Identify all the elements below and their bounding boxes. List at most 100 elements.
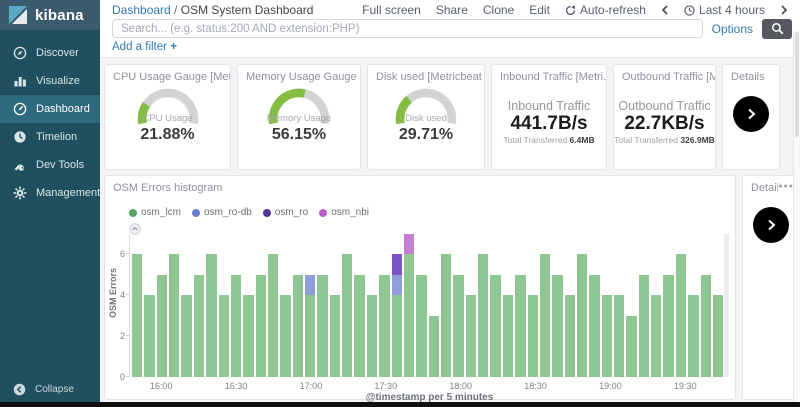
legend-dot-icon <box>192 209 200 217</box>
brand-name: kibana <box>35 7 84 24</box>
legend-item-osm_ro-db[interactable]: osm_ro-db <box>192 207 252 218</box>
histogram-bar[interactable] <box>392 234 402 377</box>
histogram-bar[interactable] <box>701 234 711 377</box>
collapse-button[interactable]: Collapse <box>13 383 74 396</box>
time-range-forward-button[interactable] <box>780 5 788 15</box>
panel-inbound-traffic: Inbound Traffic [Metri... Inbound Traffi… <box>491 64 607 170</box>
time-range-back-button[interactable] <box>661 5 669 15</box>
histogram-bar[interactable] <box>256 234 266 377</box>
kibana-logo-icon <box>8 5 28 25</box>
histogram-bar[interactable] <box>713 234 723 377</box>
histogram-bar[interactable] <box>441 234 451 377</box>
histogram-bar[interactable] <box>231 234 241 377</box>
histogram-bar[interactable] <box>466 234 476 377</box>
sidebar-item-dev-tools[interactable]: Dev Tools <box>0 151 100 179</box>
histogram-bar[interactable] <box>676 234 686 377</box>
legend-item-osm_nbi[interactable]: osm_nbi <box>319 207 369 218</box>
histogram-bar[interactable] <box>169 234 179 377</box>
legend-item-osm_ro[interactable]: osm_ro <box>263 207 308 218</box>
time-range-picker[interactable]: Last 4 hours <box>684 3 765 17</box>
breadcrumb: Dashboard / OSM System Dashboard <box>112 3 313 17</box>
page-scrollbar[interactable] <box>793 30 800 402</box>
histogram-bar[interactable] <box>317 234 327 377</box>
histogram-bar[interactable] <box>219 234 229 377</box>
search-input[interactable] <box>112 19 703 38</box>
histogram-bar[interactable] <box>565 234 575 377</box>
histogram-bar[interactable] <box>602 234 612 377</box>
histogram-bar[interactable] <box>490 234 500 377</box>
histogram-bar[interactable] <box>194 234 204 377</box>
sidebar-item-visualize[interactable]: Visualize <box>0 67 100 95</box>
histogram-bar[interactable] <box>181 234 191 377</box>
menu-item-share[interactable]: Share <box>436 3 468 17</box>
panel-menu-ellipsis-icon[interactable]: ●●● <box>778 176 794 190</box>
histogram-bar[interactable] <box>280 234 290 377</box>
histogram-bar[interactable] <box>144 234 154 377</box>
gauge-label: Memory Usage <box>238 113 360 125</box>
sidebar-item-discover[interactable]: Discover <box>0 39 100 67</box>
legend-label: osm_lcm <box>141 207 181 218</box>
histogram-bar[interactable] <box>429 234 439 377</box>
histogram-bar[interactable] <box>589 234 599 377</box>
histogram-bar[interactable] <box>354 234 364 377</box>
histogram-bar[interactable] <box>453 234 463 377</box>
histogram-bar[interactable] <box>404 234 414 377</box>
histogram-bar[interactable] <box>688 234 698 377</box>
menu-item-clone[interactable]: Clone <box>483 3 514 17</box>
options-link[interactable]: Options <box>712 22 753 36</box>
histogram-bar[interactable] <box>342 234 352 377</box>
bar-chart-icon <box>13 74 27 88</box>
histogram-bar[interactable] <box>552 234 562 377</box>
y-tick-label: 0 <box>120 372 125 382</box>
histogram-bar[interactable] <box>503 234 513 377</box>
cpu-gauge[interactable]: CPU Usage 21.88% <box>105 86 230 146</box>
details-expand-button[interactable] <box>753 207 789 243</box>
breadcrumb-dashboard-link[interactable]: Dashboard <box>112 3 171 17</box>
menu-item-edit[interactable]: Edit <box>529 3 550 17</box>
histogram-bar[interactable] <box>540 234 550 377</box>
kibana-logo[interactable]: kibana <box>0 0 100 30</box>
histogram-bar[interactable] <box>626 234 636 377</box>
histogram-bar[interactable] <box>577 234 587 377</box>
bar-segment-osm_lcm <box>268 254 278 377</box>
histogram-bar[interactable] <box>330 234 340 377</box>
histogram-bar[interactable] <box>639 234 649 377</box>
histogram-bar[interactable] <box>379 234 389 377</box>
bar-segment-osm_lcm <box>577 254 587 377</box>
histogram-bar[interactable] <box>416 234 426 377</box>
histogram-bar[interactable] <box>293 234 303 377</box>
bar-segment-osm_lcm <box>429 316 439 377</box>
details-expand-button[interactable] <box>733 96 769 132</box>
scrollbar-thumb[interactable] <box>795 32 799 137</box>
sidebar-item-management[interactable]: Management <box>0 179 100 207</box>
histogram-bar[interactable] <box>651 234 661 377</box>
histogram-bar[interactable] <box>663 234 673 377</box>
bar-segment-osm_lcm <box>626 316 636 377</box>
sidebar-item-timelion[interactable]: Timelion <box>0 123 100 151</box>
chart-plot-area[interactable]: @timestamp per 5 minutes 024616:0016:301… <box>129 234 729 377</box>
add-filter-button[interactable]: Add a filter + <box>112 41 177 53</box>
histogram-bar[interactable] <box>243 234 253 377</box>
histogram-bar[interactable] <box>206 234 216 377</box>
disk-gauge[interactable]: Disk used 29.71% <box>368 86 484 146</box>
legend-item-osm_lcm[interactable]: osm_lcm <box>129 207 181 218</box>
histogram-bar[interactable] <box>528 234 538 377</box>
histogram-bar[interactable] <box>515 234 525 377</box>
sidebar-item-dashboard[interactable]: Dashboard <box>0 95 100 123</box>
legend-label: osm_nbi <box>331 207 369 218</box>
memory-gauge[interactable]: Memory Usage 56.15% <box>238 86 360 146</box>
gauge-value: 29.71% <box>368 125 484 145</box>
y-tick-mark <box>126 335 130 336</box>
histogram-bar[interactable] <box>305 234 315 377</box>
histogram-bar[interactable] <box>367 234 377 377</box>
x-tick-label: 19:00 <box>599 381 622 391</box>
menu-item-full-screen[interactable]: Full screen <box>362 3 421 17</box>
histogram-bar[interactable] <box>268 234 278 377</box>
search-button[interactable] <box>762 19 792 39</box>
histogram-bar[interactable] <box>132 234 142 377</box>
histogram-bar[interactable] <box>614 234 624 377</box>
wrench-icon <box>13 158 27 172</box>
auto-refresh-button[interactable]: Auto-refresh <box>565 3 646 17</box>
histogram-bar[interactable] <box>478 234 488 377</box>
histogram-bar[interactable] <box>157 234 167 377</box>
